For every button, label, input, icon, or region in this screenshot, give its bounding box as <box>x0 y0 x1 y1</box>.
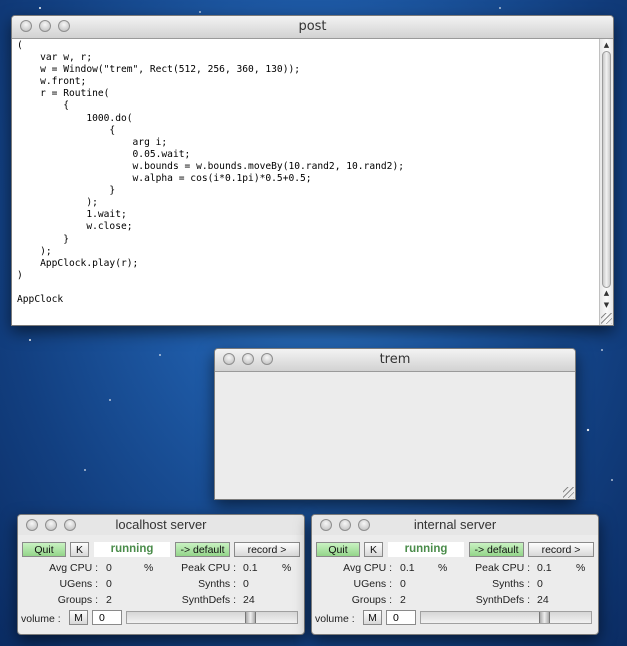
record-button[interactable]: record > <box>234 542 300 557</box>
zoom-window-button[interactable] <box>58 20 70 32</box>
avg-cpu-label: Avg CPU : <box>49 562 98 574</box>
code-text[interactable]: ( var w, r; w = Window("trem", Rect(512,… <box>17 40 600 306</box>
volume-slider[interactable] <box>126 611 298 624</box>
groups-value: 2 <box>106 594 112 606</box>
avg-cpu-label: Avg CPU : <box>343 562 392 574</box>
synths-label: Synths : <box>198 578 236 590</box>
record-button[interactable]: record > <box>528 542 594 557</box>
mute-button[interactable]: M <box>363 610 382 625</box>
kill-button[interactable]: K <box>70 542 89 557</box>
post-window: post ( var w, r; w = Window("trem", Rect… <box>11 15 614 326</box>
trem-window: trem <box>214 348 576 500</box>
peak-cpu-label: Peak CPU : <box>475 562 530 574</box>
synthdefs-label: SynthDefs : <box>475 594 530 606</box>
synthdefs-label: SynthDefs : <box>181 594 236 606</box>
synths-value: 0 <box>243 578 249 590</box>
make-default-button[interactable]: -> default <box>469 542 524 557</box>
mute-button[interactable]: M <box>69 610 88 625</box>
groups-value: 2 <box>400 594 406 606</box>
localhost-server-window: localhost server Quit K running -> defau… <box>17 514 305 635</box>
avg-cpu-unit: % <box>438 562 448 574</box>
volume-label: volume : <box>21 613 61 625</box>
avg-cpu-value: 0.1 <box>400 562 415 574</box>
window-controls <box>223 353 273 365</box>
resize-grip-icon[interactable] <box>563 487 574 498</box>
volume-slider-knob[interactable] <box>245 612 256 623</box>
synthdefs-value: 24 <box>243 594 255 606</box>
window-title: trem <box>379 352 411 367</box>
synths-value: 0 <box>537 578 543 590</box>
volume-slider-knob[interactable] <box>539 612 550 623</box>
server-window-titlebar[interactable]: internal server <box>312 515 598 535</box>
server-title: internal server <box>413 517 497 532</box>
close-window-button[interactable] <box>20 20 32 32</box>
close-window-button[interactable] <box>320 519 332 531</box>
quit-button[interactable]: Quit <box>22 542 66 557</box>
window-controls <box>320 519 370 531</box>
resize-grip-icon[interactable] <box>601 313 612 324</box>
groups-label: Groups : <box>57 594 98 606</box>
ugens-value: 0 <box>400 578 406 590</box>
minimize-window-button[interactable] <box>45 519 57 531</box>
server-title: localhost server <box>115 517 207 532</box>
close-window-button[interactable] <box>223 353 235 365</box>
server-status: running <box>94 542 170 557</box>
vertical-scrollbar[interactable]: ▲ ▲ ▼ <box>599 39 613 325</box>
scroll-up-arrow-icon[interactable]: ▲ <box>600 39 613 51</box>
volume-value-field[interactable]: 0 <box>386 610 416 625</box>
peak-cpu-label: Peak CPU : <box>181 562 236 574</box>
scrollbar-thumb[interactable] <box>602 51 611 288</box>
window-title: post <box>298 19 327 34</box>
peak-cpu-value: 0.1 <box>243 562 258 574</box>
server-status: running <box>388 542 464 557</box>
synthdefs-value: 24 <box>537 594 549 606</box>
peak-cpu-unit: % <box>282 562 292 574</box>
ugens-value: 0 <box>106 578 112 590</box>
kill-button[interactable]: K <box>364 542 383 557</box>
ugens-label: UGens : <box>353 578 392 590</box>
minimize-window-button[interactable] <box>339 519 351 531</box>
groups-label: Groups : <box>351 594 392 606</box>
zoom-window-button[interactable] <box>358 519 370 531</box>
volume-label: volume : <box>315 613 355 625</box>
internal-server-window: internal server Quit K running -> defaul… <box>311 514 599 635</box>
scroll-down-arrow-icon[interactable]: ▼ <box>600 299 613 311</box>
window-controls <box>20 20 70 32</box>
post-window-titlebar[interactable]: post <box>12 16 613 39</box>
trem-window-titlebar[interactable]: trem <box>215 349 575 372</box>
zoom-window-button[interactable] <box>261 353 273 365</box>
volume-slider[interactable] <box>420 611 592 624</box>
make-default-button[interactable]: -> default <box>175 542 230 557</box>
trem-window-content <box>215 372 575 499</box>
window-controls <box>26 519 76 531</box>
minimize-window-button[interactable] <box>39 20 51 32</box>
server-window-titlebar[interactable]: localhost server <box>18 515 304 535</box>
synths-label: Synths : <box>492 578 530 590</box>
quit-button[interactable]: Quit <box>316 542 360 557</box>
close-window-button[interactable] <box>26 519 38 531</box>
volume-value-field[interactable]: 0 <box>92 610 122 625</box>
ugens-label: UGens : <box>59 578 98 590</box>
peak-cpu-unit: % <box>576 562 586 574</box>
post-text-area[interactable]: ( var w, r; w = Window("trem", Rect(512,… <box>12 39 600 325</box>
minimize-window-button[interactable] <box>242 353 254 365</box>
avg-cpu-value: 0 <box>106 562 112 574</box>
avg-cpu-unit: % <box>144 562 154 574</box>
peak-cpu-value: 0.1 <box>537 562 552 574</box>
scroll-up-arrow-icon[interactable]: ▲ <box>600 287 613 299</box>
zoom-window-button[interactable] <box>64 519 76 531</box>
